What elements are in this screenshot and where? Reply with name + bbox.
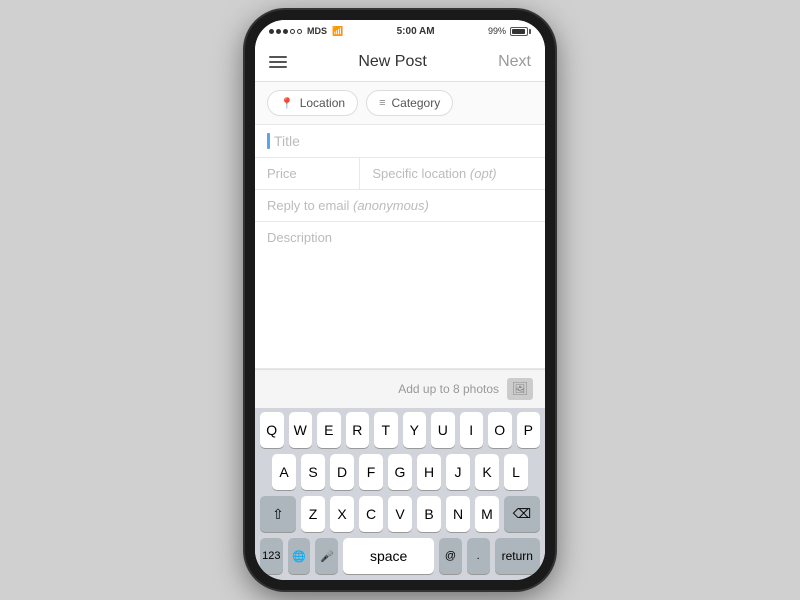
key-e[interactable]: E: [317, 412, 341, 448]
battery-tip: [529, 29, 531, 34]
keyboard-row-1: Q W E R T Y U I O P: [255, 408, 545, 450]
key-a[interactable]: A: [272, 454, 296, 490]
key-f[interactable]: F: [359, 454, 383, 490]
status-right: 99%: [488, 26, 531, 36]
key-m[interactable]: M: [475, 496, 499, 532]
key-i[interactable]: I: [460, 412, 484, 448]
key-s[interactable]: S: [301, 454, 325, 490]
battery-body: [510, 27, 528, 36]
location-tag[interactable]: 📍 Location: [267, 90, 358, 116]
key-x[interactable]: X: [330, 496, 354, 532]
at-key[interactable]: @: [439, 538, 462, 574]
key-v[interactable]: V: [388, 496, 412, 532]
tag-row: 📍 Location ≡ Category: [255, 82, 545, 125]
key-j[interactable]: J: [446, 454, 470, 490]
email-anon: (anonymous): [353, 198, 429, 213]
form-area: 📍 Location ≡ Category Title Price Specif…: [255, 82, 545, 408]
key-z[interactable]: Z: [301, 496, 325, 532]
specific-location-opt: (opt): [470, 166, 497, 181]
specific-location-label: Specific location: [372, 166, 466, 181]
delete-icon: ⌫: [513, 506, 531, 522]
keyboard-bottom-row: 123 🌐 🎤 space @ . return: [255, 534, 545, 580]
key-o[interactable]: O: [488, 412, 512, 448]
keyboard-row-2: A S D F G H J K L: [255, 450, 545, 492]
photo-symbol: 🖼: [512, 381, 529, 397]
phone-device: MDS 📶 5:00 AM 99% New Post: [245, 10, 555, 590]
status-bar: MDS 📶 5:00 AM 99%: [255, 20, 545, 42]
email-placeholder: Reply to email: [267, 198, 349, 213]
signal-dot-4: [290, 29, 295, 34]
price-location-row: Price Specific location (opt): [255, 158, 545, 190]
menu-button[interactable]: [269, 56, 287, 68]
shift-icon: ⇧: [272, 506, 284, 523]
key-k[interactable]: K: [475, 454, 499, 490]
status-left: MDS 📶: [269, 26, 343, 37]
key-q[interactable]: Q: [260, 412, 284, 448]
category-icon: ≡: [379, 97, 385, 109]
signal-dot-2: [276, 29, 281, 34]
photos-label: Add up to 8 photos: [398, 382, 499, 396]
category-label: Category: [392, 96, 441, 110]
period-key[interactable]: .: [467, 538, 490, 574]
battery-indicator: [510, 27, 531, 36]
specific-location-field[interactable]: Specific location (opt): [360, 158, 545, 189]
key-c[interactable]: C: [359, 496, 383, 532]
key-r[interactable]: R: [346, 412, 370, 448]
carrier-label: MDS: [307, 26, 327, 36]
key-g[interactable]: G: [388, 454, 412, 490]
return-key[interactable]: return: [495, 538, 540, 574]
signal-dot-1: [269, 29, 274, 34]
page-title: New Post: [358, 53, 426, 71]
title-cursor: [267, 133, 270, 149]
key-b[interactable]: B: [417, 496, 441, 532]
photos-row: Add up to 8 photos 🖼: [255, 369, 545, 408]
title-field[interactable]: Title: [274, 133, 533, 149]
battery-pct: 99%: [488, 26, 506, 36]
delete-key[interactable]: ⌫: [504, 496, 540, 532]
key-h[interactable]: H: [417, 454, 441, 490]
signal-dot-3: [283, 29, 288, 34]
key-t[interactable]: T: [374, 412, 398, 448]
nav-bar: New Post Next: [255, 42, 545, 82]
hamburger-line-2: [269, 61, 287, 63]
mic-key[interactable]: 🎤: [315, 538, 338, 574]
signal-dots: [269, 29, 302, 34]
keyboard: Q W E R T Y U I O P A S D F G H J K: [255, 408, 545, 580]
description-field[interactable]: Description: [255, 222, 545, 369]
key-w[interactable]: W: [289, 412, 313, 448]
key-d[interactable]: D: [330, 454, 354, 490]
phone-screen: MDS 📶 5:00 AM 99% New Post: [255, 20, 545, 580]
category-tag[interactable]: ≡ Category: [366, 90, 453, 116]
numbers-key[interactable]: 123: [260, 538, 283, 574]
hamburger-line-1: [269, 56, 287, 58]
price-field[interactable]: Price: [255, 158, 360, 189]
location-label: Location: [300, 96, 345, 110]
signal-dot-5: [297, 29, 302, 34]
hamburger-line-3: [269, 66, 287, 68]
key-n[interactable]: N: [446, 496, 470, 532]
globe-key[interactable]: 🌐: [288, 538, 311, 574]
location-icon: 📍: [280, 97, 294, 110]
title-row: Title: [255, 125, 545, 158]
shift-key[interactable]: ⇧: [260, 496, 296, 532]
key-l[interactable]: L: [504, 454, 528, 490]
keyboard-row-3: ⇧ Z X C V B N M ⌫: [255, 492, 545, 534]
wifi-icon: 📶: [332, 26, 343, 37]
key-u[interactable]: U: [431, 412, 455, 448]
next-button[interactable]: Next: [498, 53, 531, 71]
photo-icon[interactable]: 🖼: [507, 378, 533, 400]
email-row[interactable]: Reply to email (anonymous): [255, 190, 545, 222]
battery-fill: [512, 29, 525, 34]
status-time: 5:00 AM: [397, 26, 435, 37]
key-y[interactable]: Y: [403, 412, 427, 448]
space-key[interactable]: space: [343, 538, 434, 574]
key-p[interactable]: P: [517, 412, 541, 448]
